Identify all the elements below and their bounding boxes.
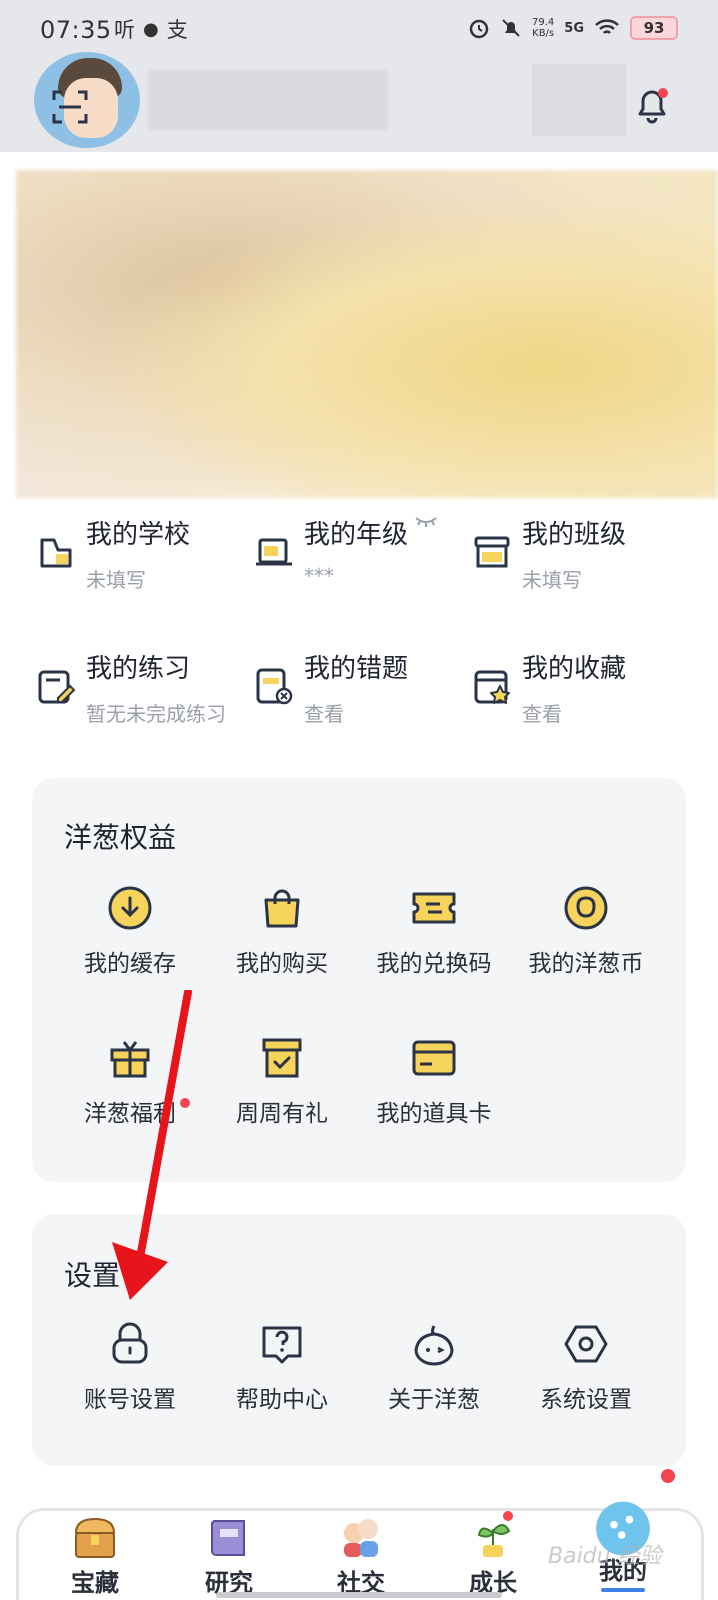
signal-icon: 5G [564, 20, 584, 36]
profile-header [0, 52, 718, 152]
info-item-grade[interactable]: 我的年级 *** [254, 510, 474, 600]
settings-about[interactable]: 关于洋葱 [358, 1320, 510, 1420]
class-icon [474, 536, 510, 568]
welfare-badge [180, 1098, 190, 1108]
tab-growth[interactable]: 成长 [433, 1515, 553, 1600]
scan-icon[interactable] [50, 88, 90, 126]
onion-face-icon [414, 1325, 454, 1366]
status-bar: 07:35 听 ● 支 79.4 KB/s 5G 93 [0, 0, 718, 62]
info-item-favorites[interactable]: 我的收藏 查看 [472, 644, 692, 734]
plant-icon [477, 1524, 511, 1557]
school-icon [40, 538, 72, 568]
benefit-prop-cards[interactable]: 我的道具卡 [358, 1034, 510, 1134]
info-item-school[interactable]: 我的学校 未填写 [36, 510, 256, 600]
shopping-bag-icon [264, 889, 300, 928]
benefit-redeem-code[interactable]: 我的兑换码 [358, 884, 510, 984]
info-item-class[interactable]: 我的班级 未填写 [472, 510, 692, 600]
message-icon: ● [143, 18, 159, 40]
status-notification-icons: 听 ● 支 [114, 14, 188, 44]
header-right-blurred [532, 64, 626, 136]
help-icon [262, 1326, 302, 1364]
eye-closed-icon[interactable] [414, 514, 438, 528]
settings-title: 设置 [64, 1259, 121, 1292]
benefit-purchases[interactable]: 我的购买 [206, 884, 358, 984]
benefit-weekly-gift[interactable]: 周周有礼 [206, 1034, 358, 1134]
gift-icon [110, 1041, 150, 1078]
practice-icon [38, 670, 76, 704]
wifi-icon [595, 19, 619, 34]
treasure-chest-icon [74, 1517, 116, 1558]
favorites-icon [474, 670, 510, 704]
network-speed: 79.4 KB/s [532, 17, 555, 39]
benefit-cache[interactable]: 我的缓存 [54, 884, 206, 984]
tab-research[interactable]: 研究 [169, 1515, 289, 1600]
benefit-coins[interactable]: 我的洋葱币 [510, 884, 662, 984]
info-item-practice[interactable]: 我的练习 暂无未完成练习 [36, 644, 256, 734]
growth-badge [503, 1511, 513, 1521]
settings-system[interactable]: 系统设置 [510, 1320, 662, 1420]
download-icon [108, 886, 152, 930]
friends-icon [344, 1519, 378, 1557]
mine-badge [661, 1469, 675, 1483]
settings-icon [564, 1325, 608, 1363]
gift-box-icon [262, 1038, 302, 1078]
info-item-mistakes[interactable]: 我的错题 查看 [254, 644, 474, 734]
mute-icon [502, 19, 520, 37]
username-blurred[interactable] [148, 70, 388, 130]
status-time: 07:35 [40, 16, 112, 44]
battery-icon: 93 [630, 16, 678, 40]
banner-blurred[interactable] [16, 170, 718, 498]
book-icon [211, 1520, 245, 1556]
mistakes-icon [256, 668, 293, 705]
lock-icon [112, 1322, 148, 1364]
status-right-icons: 79.4 KB/s 5G 93 [468, 16, 678, 40]
benefits-card: 洋葱权益 我的缓存 我的购买 我的兑换码 我的洋葱币 洋葱福利 周周有礼 我的道… [32, 778, 686, 1182]
active-tab-indicator [601, 1588, 645, 1592]
alipay-icon: 支 [166, 18, 188, 42]
alarm-icon [469, 19, 489, 39]
listen-icon: 听 [114, 18, 135, 42]
notification-badge [658, 88, 668, 98]
tab-social[interactable]: 社交 [301, 1515, 421, 1600]
home-indicator[interactable] [216, 1592, 502, 1598]
grade-icon [256, 538, 292, 566]
ticket-icon [412, 892, 456, 924]
settings-card: 设置 账号设置 帮助中心 关于洋葱 系统设置 [32, 1214, 686, 1466]
settings-account[interactable]: 账号设置 [54, 1320, 206, 1420]
card-icon [412, 1040, 456, 1076]
coin-icon [564, 886, 608, 930]
watermark: Baidu 经验 [548, 1544, 662, 1569]
settings-help[interactable]: 帮助中心 [206, 1320, 358, 1420]
benefits-title: 洋葱权益 [64, 821, 177, 854]
tab-treasure[interactable]: 宝藏 [35, 1515, 155, 1600]
benefit-welfare[interactable]: 洋葱福利 [54, 1034, 206, 1134]
